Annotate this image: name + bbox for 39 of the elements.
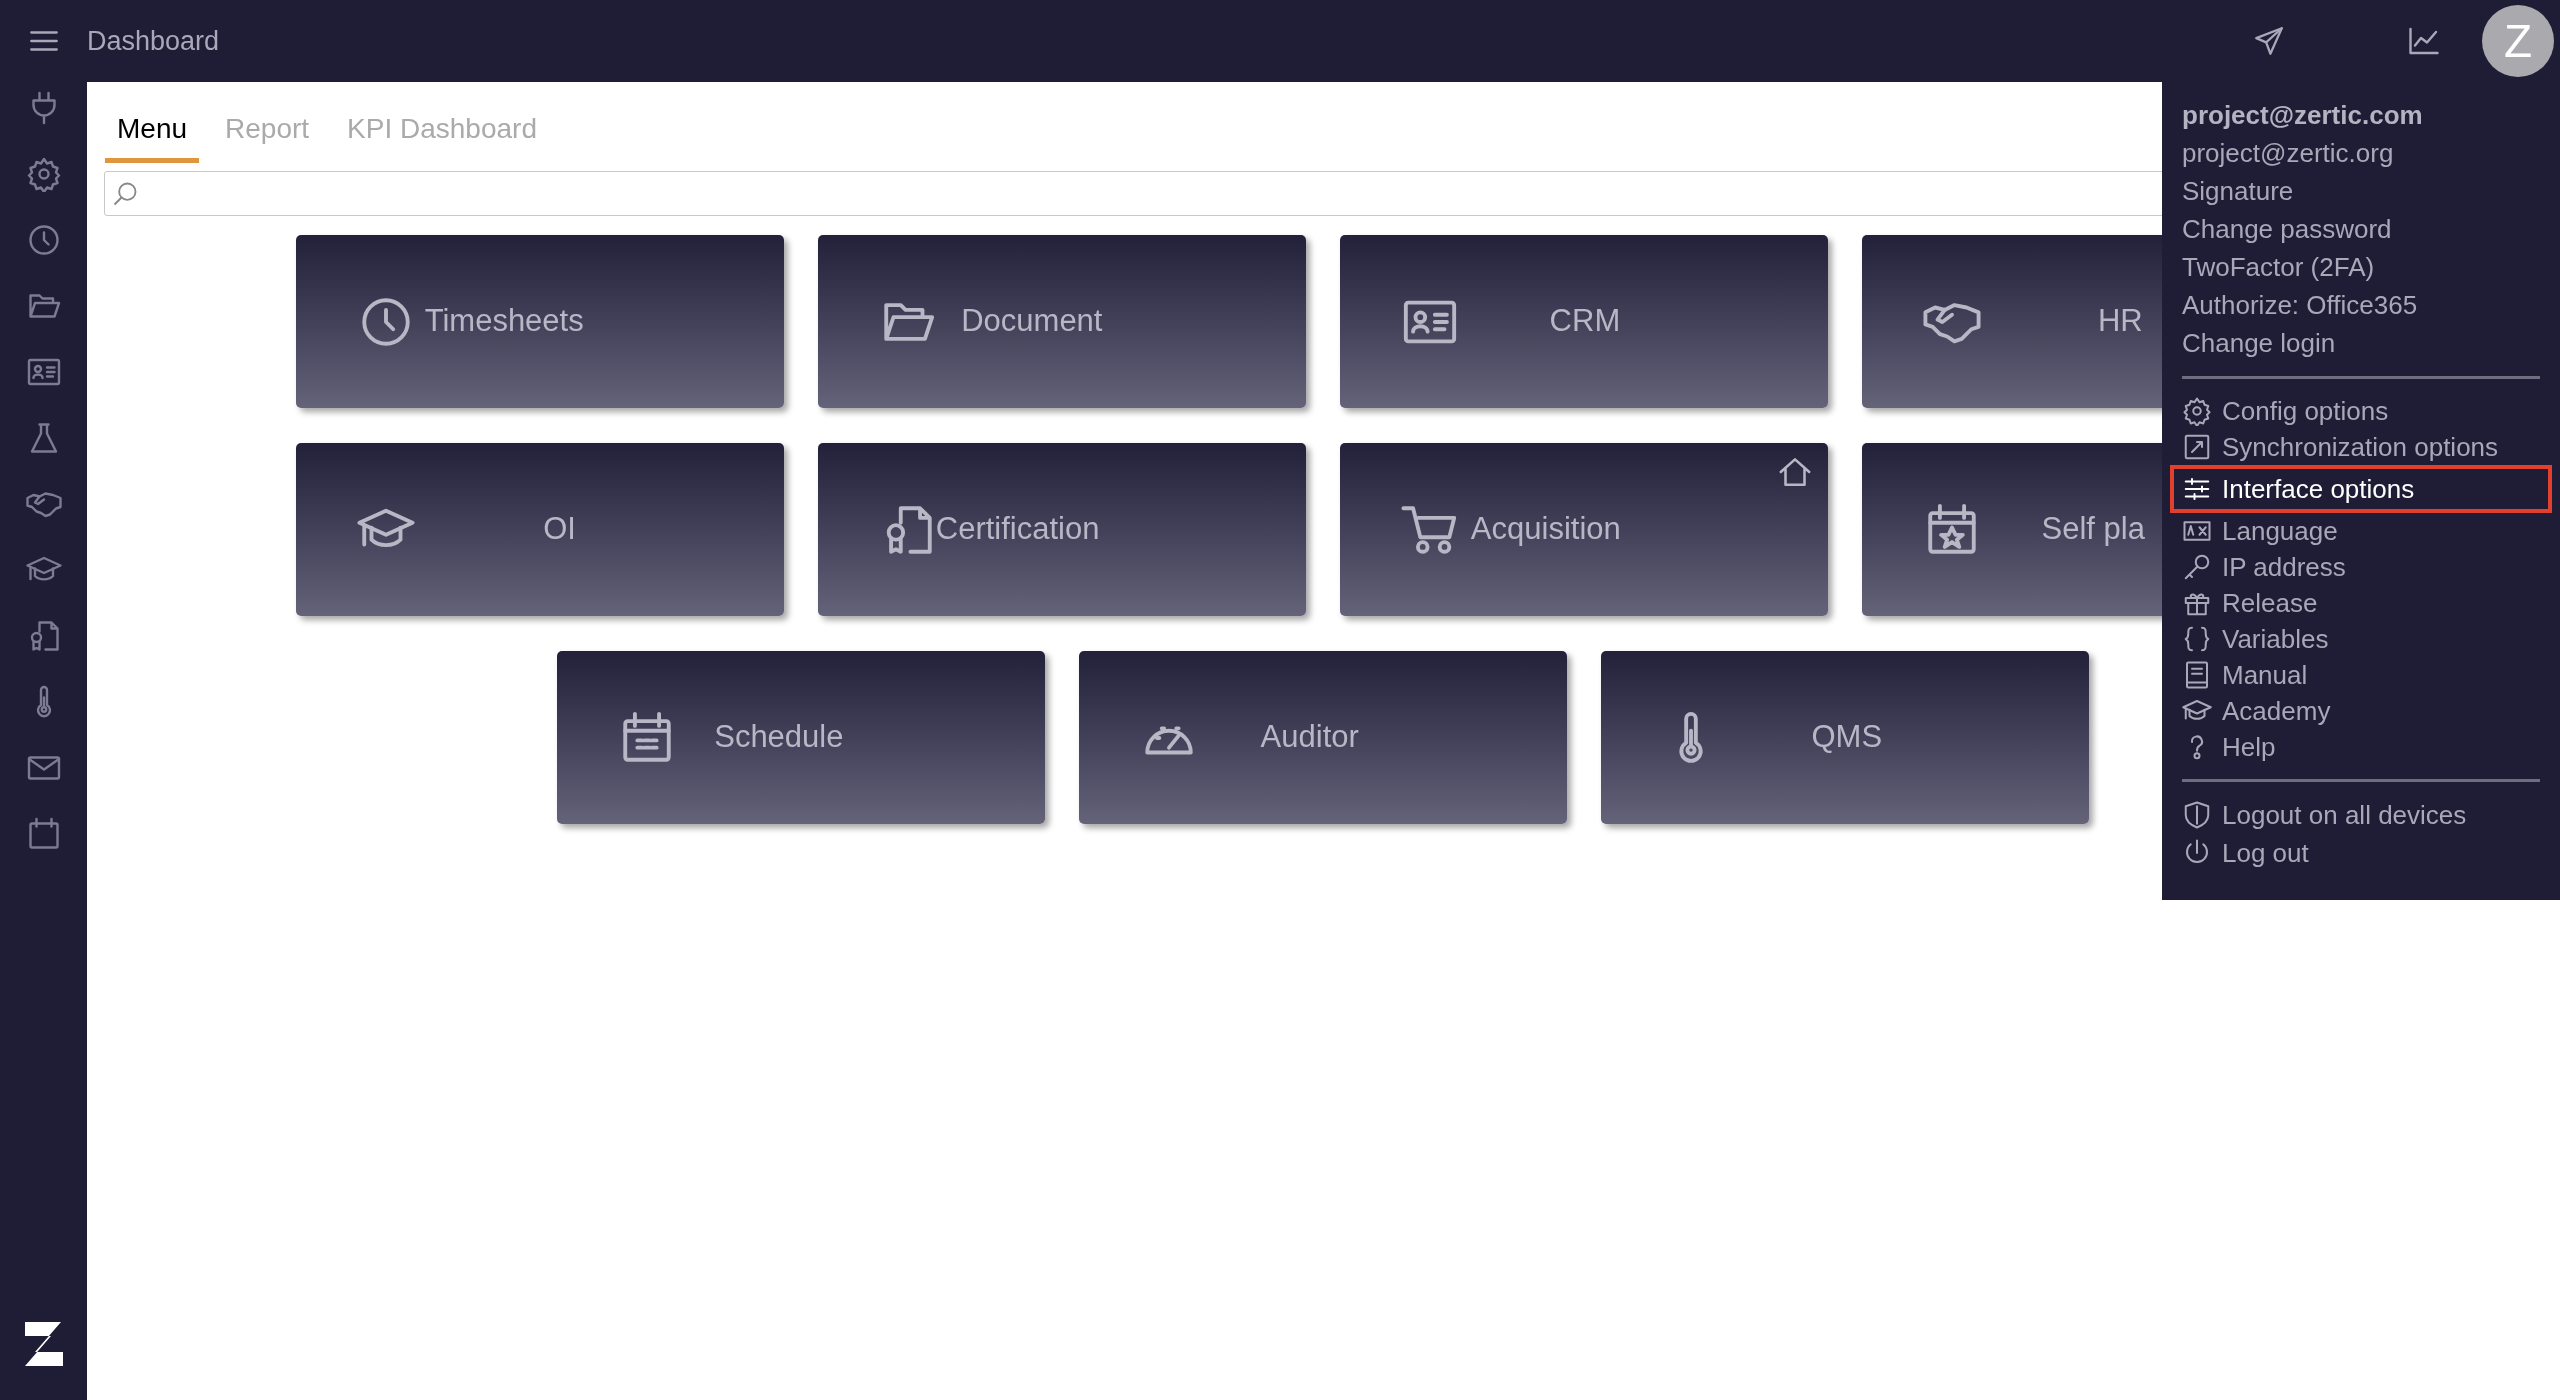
tile-label: Self pla [2041,510,2145,549]
sync-icon [2182,432,2212,462]
tile-label: HR [2097,302,2143,341]
menu-tile[interactable]: Schedule [557,651,1045,824]
tile-label: OI [543,510,576,549]
options-menu-item[interactable]: Academy [2182,693,2540,729]
tile-label: Document [961,302,1103,341]
tile-label: CRM [1549,302,1621,341]
session-menu-item[interactable]: Logout on all devices [2182,796,2540,834]
tile-label: Auditor [1260,718,1359,757]
account-menu-item[interactable]: Signature [2182,172,2540,210]
paper-plane-icon[interactable] [2252,24,2286,58]
options-menu-item[interactable]: Interface options [2170,465,2552,513]
settings-icon[interactable] [25,156,62,192]
tile-label: Certification [935,510,1100,549]
page-title: Dashboard [87,24,220,58]
tile-label: Acquisition [1470,510,1621,549]
tile-label: Timesheets [424,302,584,341]
menu-tile[interactable]: CRM [1340,235,1828,408]
menu-tile[interactable]: Auditor [1079,651,1567,824]
tile-label: QMS [1811,718,1883,757]
braces-icon [2182,624,2212,654]
menu-tile[interactable]: Acquisition [1340,443,1828,616]
account-menu-item[interactable]: project@zertic.org [2182,134,2540,172]
settings-icon [2182,396,2212,426]
menu-tile[interactable]: Document [818,235,1306,408]
key-icon [2182,552,2212,582]
account-menu-item[interactable]: project@zertic.com [2182,96,2540,134]
options-menu-item[interactable]: Variables [2182,621,2540,657]
menu-tile[interactable]: Timesheets [296,235,784,408]
tab[interactable]: Menu [105,102,200,163]
options-menu-item[interactable]: Manual [2182,657,2540,693]
menu-tile[interactable]: Certification [818,443,1306,616]
shield-icon [2182,800,2212,830]
menu-tile[interactable]: QMS [1601,651,2089,824]
options-menu-item[interactable]: Help [2182,729,2540,765]
menu-tile[interactable]: OI [296,443,784,616]
tile-label: Schedule [714,718,844,757]
session-menu-item[interactable]: Log out [2182,834,2540,872]
